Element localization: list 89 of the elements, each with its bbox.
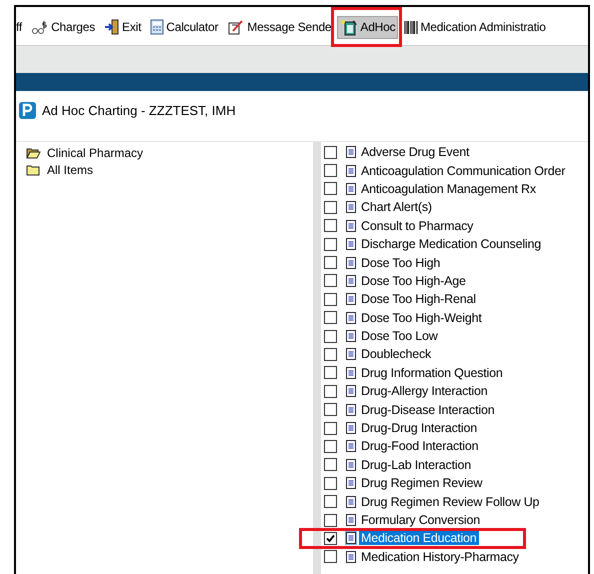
document-icon (346, 477, 356, 490)
open-folder-icon (26, 146, 41, 158)
form-item[interactable]: Medication History-Pharmacy (359, 550, 521, 564)
document-icon (346, 238, 356, 250)
form-item[interactable]: Drug-Food Interaction (359, 439, 480, 454)
checkbox[interactable] (324, 422, 337, 435)
form-item[interactable]: Dose Too High-Age (359, 274, 468, 288)
form-item[interactable]: Drug Information Question (359, 366, 505, 380)
folder-icon (26, 164, 41, 176)
form-item[interactable]: Drug Regimen Review (359, 476, 484, 490)
form-item[interactable]: Dose Too High-Weight (359, 310, 484, 325)
form-item[interactable]: Dose Too High-Renal (359, 292, 478, 306)
checkbox[interactable] (324, 238, 337, 251)
document-icon (346, 220, 356, 232)
checkbox[interactable] (324, 200, 337, 214)
form-item[interactable]: Drug-Disease Interaction (359, 402, 496, 417)
document-icon (346, 404, 356, 416)
window-title: Ad Hoc Charting - ZZZTEST, IMH (42, 102, 236, 118)
checkbox[interactable] (324, 403, 337, 416)
document-icon (346, 385, 356, 398)
checkbox[interactable] (324, 495, 337, 508)
document-icon (346, 274, 356, 287)
document-icon (346, 182, 356, 195)
document-icon (346, 256, 356, 269)
toolbar-button[interactable]: ff (16, 17, 26, 37)
document-icon (346, 293, 356, 306)
checkbox[interactable] (324, 330, 337, 343)
form-item[interactable]: Consult to Pharmacy (359, 218, 476, 233)
checkbox[interactable] (324, 219, 337, 232)
document-icon (346, 164, 356, 177)
checkbox[interactable] (324, 256, 337, 270)
document-icon (346, 458, 356, 471)
document-icon (346, 201, 356, 214)
checkbox[interactable] (324, 182, 337, 196)
document-icon (346, 146, 356, 158)
checkbox[interactable] (324, 384, 337, 398)
calculator-icon (150, 19, 164, 35)
form-item[interactable]: Medication Education (359, 531, 479, 546)
dollar-icon (31, 19, 50, 35)
folder-item[interactable]: All Items (26, 161, 313, 178)
checkbox[interactable] (324, 146, 337, 159)
form-item[interactable]: Chart Alert(s) (359, 200, 434, 214)
checkbox[interactable] (324, 458, 337, 472)
checkbox[interactable] (324, 550, 337, 564)
toolbar-button[interactable]: AdHoc (337, 16, 398, 38)
checkbox[interactable] (324, 348, 337, 361)
toolbar-button[interactable]: Charges (28, 16, 98, 38)
toolbar-button[interactable]: Message Sende (224, 16, 334, 38)
document-icon (346, 514, 356, 526)
checkbox[interactable] (324, 532, 337, 545)
form-item[interactable]: Drug Regimen Review Follow Up (359, 494, 542, 509)
form-item[interactable]: Drug-Lab Interaction (359, 458, 473, 472)
toolbar-button[interactable]: Exit (101, 16, 144, 38)
barcode-icon (404, 20, 418, 34)
document-icon (346, 532, 356, 544)
checkbox[interactable] (324, 366, 337, 380)
form-item[interactable]: Formulary Conversion (359, 513, 482, 527)
form-item[interactable]: Anticoagulation Communication Order (359, 164, 568, 178)
checkbox[interactable] (324, 476, 337, 490)
form-item[interactable]: Discharge Medication Counseling (359, 237, 544, 252)
door-icon (104, 19, 120, 35)
document-icon (346, 440, 356, 452)
form-item[interactable]: Doublecheck (359, 347, 434, 362)
checkbox[interactable] (324, 440, 337, 453)
form-item[interactable]: Dose Too Low (359, 329, 440, 344)
checkbox[interactable] (324, 164, 337, 178)
document-icon (346, 496, 356, 508)
toolbar-button[interactable]: Medication Administratio (401, 17, 549, 37)
highlight-frame (331, 7, 402, 46)
document-icon (346, 422, 356, 434)
toolbar-button[interactable]: Calculator (147, 16, 222, 38)
clipboard-icon (340, 18, 358, 36)
document-icon (346, 348, 356, 360)
checkbox[interactable] (324, 514, 337, 526)
checkbox[interactable] (324, 311, 337, 324)
document-icon (346, 330, 356, 342)
checkbox[interactable] (324, 274, 337, 288)
document-icon (346, 366, 356, 379)
form-item[interactable]: Drug-Drug Interaction (359, 421, 479, 436)
document-icon (346, 312, 356, 324)
folder-item[interactable]: Clinical Pharmacy (26, 144, 313, 161)
form-item[interactable]: Adverse Drug Event (359, 145, 472, 160)
checkbox[interactable] (324, 292, 337, 306)
document-icon (346, 550, 356, 563)
form-item[interactable]: Anticoagulation Management Rx (359, 182, 538, 196)
form-item[interactable]: Drug-Allergy Interaction (359, 384, 490, 398)
pen-paper-icon (227, 19, 246, 35)
app-logo-icon (19, 102, 36, 118)
form-item[interactable]: Dose Too High (359, 256, 442, 270)
